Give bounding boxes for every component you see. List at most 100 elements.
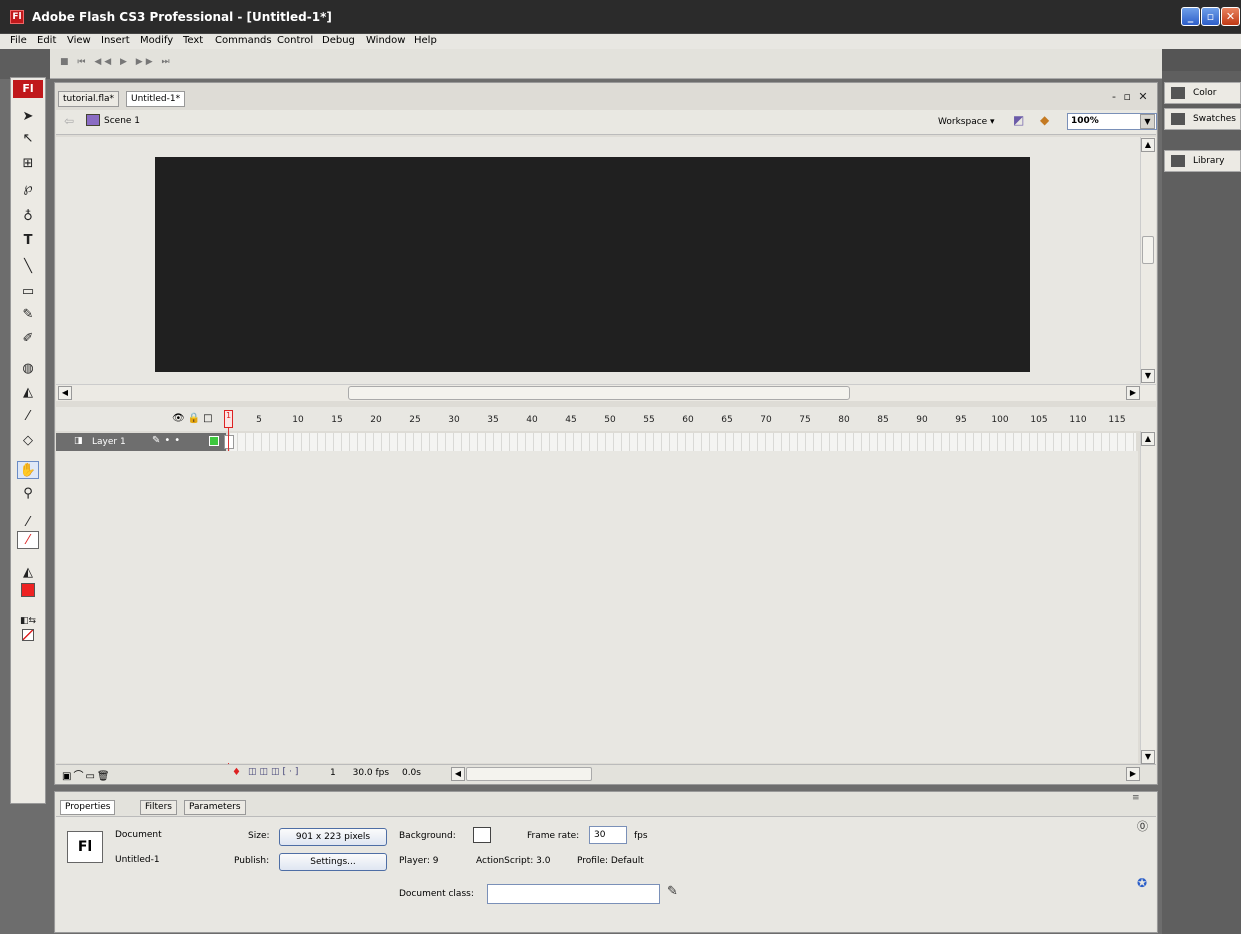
frame-tick-label: 5 (256, 415, 262, 425)
minimize-button[interactable]: _ (1181, 7, 1200, 26)
vertical-scroll-thumb[interactable] (1142, 236, 1154, 264)
swap-colors-icon[interactable]: ◧⇆ (17, 612, 39, 630)
menu-control[interactable]: Control (277, 35, 313, 46)
document-class-input[interactable] (487, 884, 660, 904)
onion-skin-icons[interactable]: ◫◫◫[·] (248, 767, 301, 777)
rectangle-tool-icon[interactable]: ▭ (17, 283, 39, 301)
menu-commands[interactable]: Commands (215, 35, 272, 46)
subselection-tool-icon[interactable]: ↖ (17, 130, 39, 148)
selection-tool-icon[interactable]: ➤ (17, 108, 39, 126)
controller-grip[interactable] (0, 49, 50, 79)
workspace-menu[interactable]: Workspace ▾ (938, 117, 995, 127)
menu-debug[interactable]: Debug (322, 35, 355, 46)
eraser-tool-icon[interactable]: ◇ (17, 432, 39, 450)
timeline-scroll-right-button[interactable]: ▶ (1126, 767, 1140, 781)
eyedropper-tool-icon[interactable]: ⁄ (17, 408, 39, 426)
line-tool-icon[interactable]: ╲ (17, 258, 39, 276)
frame-tick-label: 100 (991, 415, 1009, 425)
menu-insert[interactable]: Insert (101, 35, 130, 46)
scroll-up-button[interactable]: ▲ (1141, 138, 1155, 152)
paint-bucket-tool-icon[interactable]: ◭ (17, 384, 39, 402)
tab-tutorial[interactable]: tutorial.fla* (58, 91, 120, 107)
help-icon[interactable]: ⓪ (1137, 818, 1148, 834)
tab-properties[interactable]: Properties (60, 800, 116, 815)
close-button[interactable]: ✕ (1221, 7, 1240, 26)
tab-filters[interactable]: Filters (140, 800, 177, 815)
stroke-swatch[interactable]: ⁄ (17, 531, 39, 549)
edit-symbols-icon[interactable]: ◆ (1040, 113, 1058, 129)
free-transform-tool-icon[interactable]: ⊞ (17, 155, 39, 173)
ink-bottle-tool-icon[interactable]: ◍ (17, 360, 39, 378)
frame-tick-label: 40 (526, 415, 538, 425)
scroll-down-button[interactable]: ▼ (1141, 369, 1155, 383)
stroke-color-icon[interactable]: ⁄ (17, 514, 39, 532)
keyframe[interactable] (224, 435, 234, 449)
background-color-swatch[interactable] (473, 827, 491, 843)
hand-tool-icon[interactable]: ✋ (17, 461, 39, 479)
timeline-vertical-scrollbar[interactable] (1140, 431, 1156, 764)
library-panel-button[interactable]: Library (1164, 150, 1241, 172)
settings-button[interactable]: Settings... (279, 853, 387, 871)
scroll-right-button[interactable]: ▶ (1126, 386, 1140, 400)
menu-edit[interactable]: Edit (37, 35, 56, 46)
timeline-scroll-up-button[interactable]: ▲ (1141, 432, 1155, 446)
frame-tick-label: 115 (1108, 415, 1126, 425)
edit-scene-icon[interactable]: ◩ (1013, 113, 1031, 129)
scene-label[interactable]: Scene 1 (104, 116, 140, 126)
layer-column-icons[interactable]: 👁🔒□ (172, 413, 216, 424)
tab-untitled[interactable]: Untitled-1* (126, 91, 186, 107)
panel-menu-icon[interactable]: ≡ (1132, 793, 1140, 803)
frame-tick-label: 50 (604, 415, 616, 425)
layer-name[interactable]: Layer 1 (92, 437, 126, 447)
frame-rate-input[interactable]: 30 (589, 826, 627, 844)
outline-color-icon[interactable] (209, 436, 219, 446)
text-tool-icon[interactable]: T (17, 232, 39, 250)
menu-view[interactable]: View (67, 35, 91, 46)
playhead[interactable]: 1 (224, 410, 233, 428)
frame-tick-label: 45 (565, 415, 577, 425)
color-panel-button[interactable]: Color (1164, 82, 1241, 104)
size-button[interactable]: 901 x 223 pixels (279, 828, 387, 846)
pencil-tool-icon[interactable]: ✎ (17, 306, 39, 324)
frame-cells[interactable] (230, 433, 1136, 451)
layer-buttons[interactable]: ▣⌒▭🗑 (62, 767, 112, 782)
stage[interactable] (155, 157, 1030, 372)
timeline-scroll-down-button[interactable]: ▼ (1141, 750, 1155, 764)
current-frame: 1 (330, 768, 336, 778)
frame-tick-label: 105 (1030, 415, 1048, 425)
scroll-left-button[interactable]: ◀ (58, 386, 72, 400)
fill-swatch[interactable] (21, 583, 35, 597)
background-label: Background: (399, 831, 456, 841)
center-frame-icon[interactable]: ♦ (232, 767, 241, 778)
document-window-controls[interactable]: - ▫ ✕ (1112, 90, 1150, 103)
chevron-down-icon[interactable]: ▼ (1140, 114, 1155, 129)
timeline-status: 1 30.0 fps 0.0s (330, 768, 421, 778)
pencil-icon[interactable]: ✎•• (152, 435, 184, 446)
menu-text[interactable]: Text (183, 35, 203, 46)
edit-class-pencil-icon[interactable]: ✎ (667, 884, 678, 899)
frame-tick-label: 25 (409, 415, 421, 425)
restore-button[interactable]: ▫ (1201, 7, 1220, 26)
lasso-tool-icon[interactable]: ℘ (17, 180, 39, 198)
frame-rate-readout: 30.0 fps (352, 768, 390, 778)
no-color-icon[interactable] (22, 629, 34, 641)
menu-file[interactable]: File (10, 35, 27, 46)
back-arrow-icon[interactable]: ⇦ (64, 114, 74, 128)
frame-tick-label: 80 (838, 415, 850, 425)
horizontal-scroll-thumb[interactable] (348, 386, 850, 400)
pen-tool-icon[interactable]: ♁ (17, 208, 39, 226)
menu-modify[interactable]: Modify (140, 35, 173, 46)
timeline-scroll-thumb[interactable] (466, 767, 592, 781)
swatches-panel-button[interactable]: Swatches (1164, 108, 1241, 130)
dock-header[interactable] (1162, 49, 1241, 71)
zoom-tool-icon[interactable]: ⚲ (17, 485, 39, 503)
accessibility-icon[interactable]: ✪ (1137, 876, 1147, 890)
tab-parameters[interactable]: Parameters (184, 800, 246, 815)
fill-color-icon[interactable]: ◭ (17, 564, 39, 582)
timeline-scroll-left-button[interactable]: ◀ (451, 767, 465, 781)
playback-controls[interactable]: ■ ⏮ ◀◀ ▶ ▶▶ ⏭ (60, 57, 173, 67)
brush-tool-icon[interactable]: ✐ (17, 330, 39, 348)
menu-window[interactable]: Window (366, 35, 405, 46)
player-version: Player: 9 (399, 856, 439, 866)
menu-help[interactable]: Help (414, 35, 437, 46)
